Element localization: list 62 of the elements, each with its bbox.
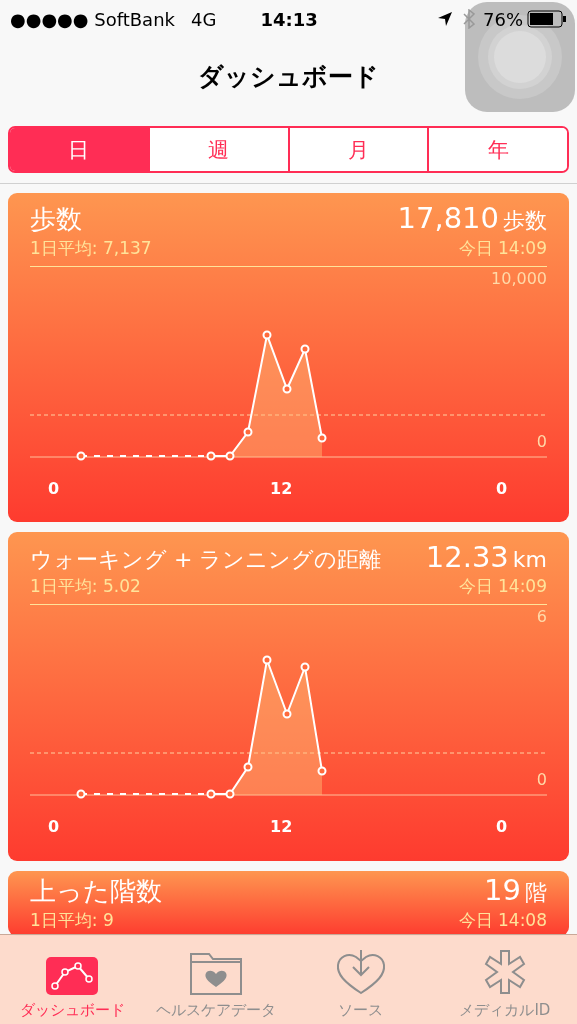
data-point bbox=[262, 655, 272, 665]
chart-icon bbox=[46, 957, 99, 995]
updated-time: 今日 14:08 bbox=[458, 909, 547, 932]
daily-average: 1日平均: 9 bbox=[30, 909, 114, 932]
daily-average: 1日平均: 7,137 bbox=[30, 237, 152, 260]
axis-label: 0 bbox=[48, 479, 60, 498]
period-tab[interactable]: 年 bbox=[427, 128, 567, 171]
data-point bbox=[225, 789, 235, 799]
data-point bbox=[300, 662, 310, 672]
axis-label: 0 bbox=[496, 817, 508, 836]
metric-card[interactable]: ウォーキング + ランニングの距離 12.33 km 1日平均: 5.02 今日 14:09 6 0 0 12 0 bbox=[8, 532, 569, 861]
axis-label: 0 bbox=[48, 817, 60, 836]
circle-icon bbox=[477, 14, 563, 100]
axis-label: 10,000 bbox=[491, 269, 547, 288]
network-label: 4G bbox=[191, 8, 217, 30]
data-point bbox=[206, 451, 216, 461]
carrier-label: ●●●●● SoftBank bbox=[10, 8, 175, 30]
data-point bbox=[243, 762, 253, 772]
data-point bbox=[317, 766, 327, 776]
axis-label: 12 bbox=[270, 817, 293, 836]
tab-bar-item[interactable]: ダッシュボード bbox=[0, 935, 145, 1024]
clock-label: 14:13 bbox=[260, 8, 318, 30]
period-tab[interactable]: 週 bbox=[147, 128, 288, 171]
updated-time: 今日 14:09 bbox=[458, 575, 547, 598]
axis-label: 6 bbox=[536, 607, 547, 626]
folder-heart-icon bbox=[190, 953, 243, 995]
metric-value: 17,810 歩数 bbox=[397, 201, 547, 236]
metric-title: ウォーキング + ランニングの距離 bbox=[30, 546, 382, 574]
data-point bbox=[282, 709, 292, 719]
metric-value: 12.33 km bbox=[425, 540, 547, 574]
metric-card[interactable]: 歩数 17,810 歩数 1日平均: 7,137 今日 14:09 10,000 0 0 12 0 bbox=[8, 193, 569, 522]
data-point bbox=[317, 433, 327, 443]
metric-title: 上った階数 bbox=[30, 875, 162, 908]
tab-bar-item[interactable]: ソース bbox=[288, 935, 433, 1024]
metric-card[interactable]: 上った階数 19 階 1日平均: 9 今日 14:08 bbox=[8, 871, 569, 936]
data-point bbox=[76, 451, 86, 461]
axis-label: 12 bbox=[270, 479, 293, 498]
screen-title: ダッシュボード bbox=[198, 60, 379, 93]
data-point bbox=[225, 451, 235, 461]
data-point bbox=[243, 427, 253, 437]
data-point bbox=[76, 789, 86, 799]
tab-bar-item[interactable]: ヘルスケアデータ bbox=[144, 935, 289, 1024]
data-point bbox=[282, 384, 292, 394]
data-point bbox=[262, 330, 272, 340]
bluetooth-icon bbox=[463, 9, 475, 29]
period-tab[interactable]: 日 bbox=[10, 128, 148, 171]
location-arrow-icon bbox=[437, 11, 453, 27]
tab-bar-item[interactable]: メディカルID bbox=[432, 935, 577, 1024]
data-point bbox=[206, 789, 216, 799]
battery-icon bbox=[527, 10, 567, 28]
updated-time: 今日 14:09 bbox=[458, 237, 547, 260]
battery-percent: 76% bbox=[483, 8, 523, 30]
period-tab[interactable]: 月 bbox=[287, 128, 428, 171]
assistive-touch-button[interactable] bbox=[465, 2, 575, 112]
data-point bbox=[300, 344, 310, 354]
axis-label: 0 bbox=[536, 770, 547, 789]
axis-label: 0 bbox=[496, 479, 508, 498]
heart-download-icon bbox=[335, 949, 386, 995]
daily-average: 1日平均: 5.02 bbox=[30, 575, 141, 598]
metric-value: 19 階 bbox=[484, 873, 547, 908]
metric-title: 歩数 bbox=[30, 203, 82, 236]
axis-label: 0 bbox=[536, 432, 547, 451]
